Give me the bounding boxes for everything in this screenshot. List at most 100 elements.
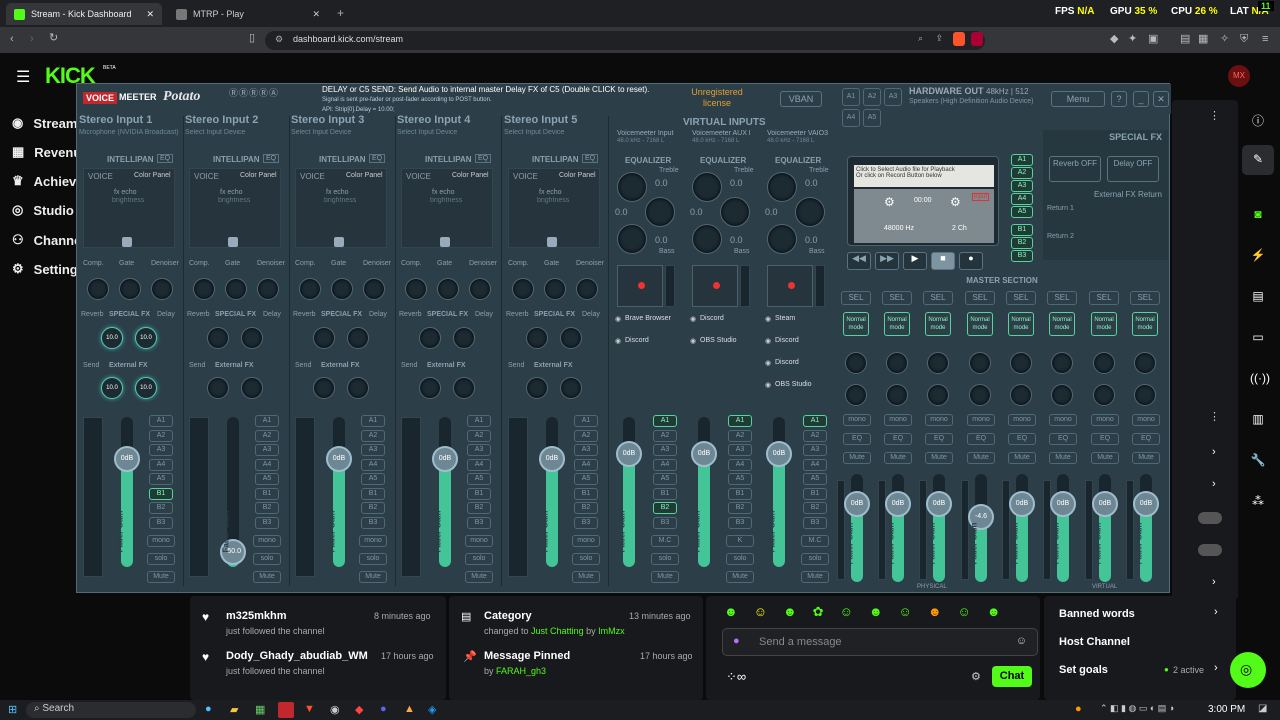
close-icon[interactable]: ✕ bbox=[1153, 91, 1169, 107]
routing-button-a2[interactable]: A2 bbox=[728, 429, 752, 442]
eq-button[interactable]: EQ bbox=[157, 154, 174, 163]
master-sel-button[interactable]: SEL bbox=[1089, 291, 1119, 305]
emote-icon[interactable]: ☺ bbox=[840, 604, 853, 620]
ext-send-knob[interactable]: 10.0 bbox=[135, 377, 157, 399]
routing-button-b3[interactable]: B3 bbox=[361, 516, 385, 529]
master-eq-button[interactable]: EQ bbox=[1132, 433, 1160, 445]
extension-tabs-icon[interactable]: ▣ bbox=[1148, 34, 1158, 45]
master-mono-button[interactable]: mono bbox=[967, 414, 995, 426]
strip-title[interactable]: Stereo Input 2 bbox=[185, 114, 258, 126]
eq-knob[interactable] bbox=[767, 172, 797, 202]
routing-button-a2[interactable]: A2 bbox=[361, 429, 385, 442]
layout-icon[interactable]: ▥ bbox=[1250, 412, 1266, 428]
strip-device[interactable]: Microphone (NVIDIA Broadcast) bbox=[79, 129, 179, 136]
banned-words-link[interactable]: Banned words bbox=[1059, 608, 1135, 620]
routing-button-b3[interactable]: B3 bbox=[467, 516, 491, 529]
master-eq-button[interactable]: EQ bbox=[1049, 433, 1077, 445]
reverb-send-knob[interactable] bbox=[313, 327, 335, 349]
master-knob[interactable] bbox=[1134, 384, 1156, 406]
obs-icon[interactable]: ◉ bbox=[330, 703, 340, 716]
mono-button[interactable]: mono bbox=[465, 535, 493, 547]
strip-device[interactable]: Select Input Device bbox=[504, 129, 604, 136]
master-knob[interactable] bbox=[845, 352, 867, 374]
more-icon[interactable]: ⋮ bbox=[1209, 410, 1220, 423]
master-mono-button[interactable]: mono bbox=[1008, 414, 1036, 426]
routing-button-a5[interactable]: A5 bbox=[467, 473, 491, 485]
close-icon[interactable]: ✕ bbox=[312, 9, 320, 20]
edit-rail-button[interactable]: ✎ bbox=[1242, 145, 1274, 175]
emote-icon[interactable]: ☻ bbox=[869, 604, 883, 620]
fader-knob[interactable]: 0dB bbox=[114, 446, 140, 472]
dynamics-knob[interactable] bbox=[257, 278, 279, 300]
new-tab-icon[interactable]: + bbox=[337, 6, 344, 20]
routing-button-a1[interactable]: A1 bbox=[728, 415, 752, 427]
strip-device[interactable]: Select Input Device bbox=[397, 129, 497, 136]
chat-bubble-icon[interactable]: ▭ bbox=[1250, 330, 1266, 346]
player-route-a5[interactable]: A5 bbox=[1011, 206, 1033, 218]
sidebar-toggle-icon[interactable]: ▤ bbox=[1180, 34, 1190, 45]
emoji-icon[interactable]: ☺ bbox=[1016, 635, 1027, 647]
strip-title[interactable]: Stereo Input 1 bbox=[79, 114, 152, 126]
sidebar-item-studio[interactable]: ◎ Studio bbox=[12, 202, 74, 218]
routing-button-b1[interactable]: B1 bbox=[467, 487, 491, 500]
windows-start-icon[interactable]: ⊞ bbox=[8, 703, 17, 716]
ext-send-knob[interactable] bbox=[347, 377, 369, 399]
master-mute-button[interactable]: Mute bbox=[884, 452, 912, 464]
extension-puzzle-icon[interactable]: ✦ bbox=[1128, 34, 1137, 45]
master-eq-button[interactable]: EQ bbox=[843, 433, 871, 445]
more-icon[interactable]: ⋮ bbox=[1209, 109, 1220, 122]
lightning-icon[interactable]: ⚡ bbox=[1250, 248, 1266, 264]
chevron-right-icon[interactable]: › bbox=[1214, 662, 1218, 674]
routing-button-a4[interactable]: A4 bbox=[803, 458, 827, 471]
mc-button[interactable]: M.C bbox=[801, 535, 829, 547]
master-sel-button[interactable]: SEL bbox=[1006, 291, 1036, 305]
eq-knob[interactable] bbox=[795, 197, 825, 227]
solo-button[interactable]: solo bbox=[147, 553, 175, 565]
master-eq-button[interactable]: EQ bbox=[1008, 433, 1036, 445]
routing-button-a3[interactable]: A3 bbox=[467, 444, 491, 456]
master-mute-button[interactable]: Mute bbox=[1091, 452, 1119, 464]
infinity-icon[interactable]: ⁘∞ bbox=[726, 669, 746, 685]
routing-button-a2[interactable]: A2 bbox=[149, 429, 173, 442]
master-mute-button[interactable]: Mute bbox=[1132, 452, 1160, 464]
weather-icon[interactable]: ● bbox=[1075, 703, 1082, 715]
master-knob[interactable] bbox=[1051, 352, 1073, 374]
vm-menu-button[interactable]: Menu bbox=[1051, 91, 1105, 107]
dynamics-knob[interactable] bbox=[119, 278, 141, 300]
wallet-icon[interactable]: ▦ bbox=[1198, 34, 1208, 45]
share-icon[interactable]: ⇪ bbox=[935, 33, 943, 44]
master-knob[interactable] bbox=[886, 384, 908, 406]
toggle-switch[interactable] bbox=[1198, 512, 1222, 524]
routing-button-a5[interactable]: A5 bbox=[574, 473, 598, 485]
routing-button-a3[interactable]: A3 bbox=[255, 444, 279, 456]
master-mode-button[interactable]: Normal mode bbox=[1008, 312, 1034, 336]
fader-knob[interactable]: 0dB bbox=[432, 446, 458, 472]
routing-button-a5[interactable]: A5 bbox=[255, 473, 279, 485]
routing-button-a5[interactable]: A5 bbox=[361, 473, 385, 485]
close-icon[interactable]: ✕ bbox=[146, 9, 154, 20]
pan-handle[interactable] bbox=[334, 237, 344, 247]
reverb-send-knob[interactable]: 10.0 bbox=[101, 327, 123, 349]
routing-button-a5[interactable]: A5 bbox=[728, 473, 752, 485]
vban-button[interactable]: VBAN bbox=[780, 91, 822, 107]
ext-send-knob[interactable] bbox=[526, 377, 548, 399]
dynamics-knob[interactable] bbox=[512, 278, 534, 300]
player-route-a2[interactable]: A2 bbox=[1011, 167, 1033, 179]
routing-button-a1[interactable]: A1 bbox=[467, 415, 491, 427]
routing-button-a4[interactable]: A4 bbox=[728, 458, 752, 471]
emote-icon[interactable]: ☺ bbox=[958, 604, 971, 620]
mic-icon[interactable]: ● bbox=[733, 635, 740, 647]
leo-icon[interactable]: ✧ bbox=[1220, 34, 1229, 45]
strip-title[interactable]: Stereo Input 4 bbox=[397, 114, 470, 126]
eq-button[interactable]: EQ bbox=[582, 154, 599, 163]
master-mode-button[interactable]: Normal mode bbox=[1091, 312, 1117, 336]
player-route-a1[interactable]: A1 bbox=[1011, 154, 1033, 166]
routing-button-a4[interactable]: A4 bbox=[574, 458, 598, 471]
taskbar-search[interactable]: ⌕ Search bbox=[26, 702, 196, 718]
hamburger-icon[interactable]: ☰ bbox=[16, 67, 30, 87]
routing-button-a4[interactable]: A4 bbox=[653, 458, 677, 471]
edge-icon[interactable]: ● bbox=[205, 703, 212, 715]
routing-button-a1[interactable]: A1 bbox=[149, 415, 173, 427]
master-fader-knob[interactable]: 0dB bbox=[1133, 491, 1159, 518]
host-channel-link[interactable]: Host Channel bbox=[1059, 636, 1130, 648]
